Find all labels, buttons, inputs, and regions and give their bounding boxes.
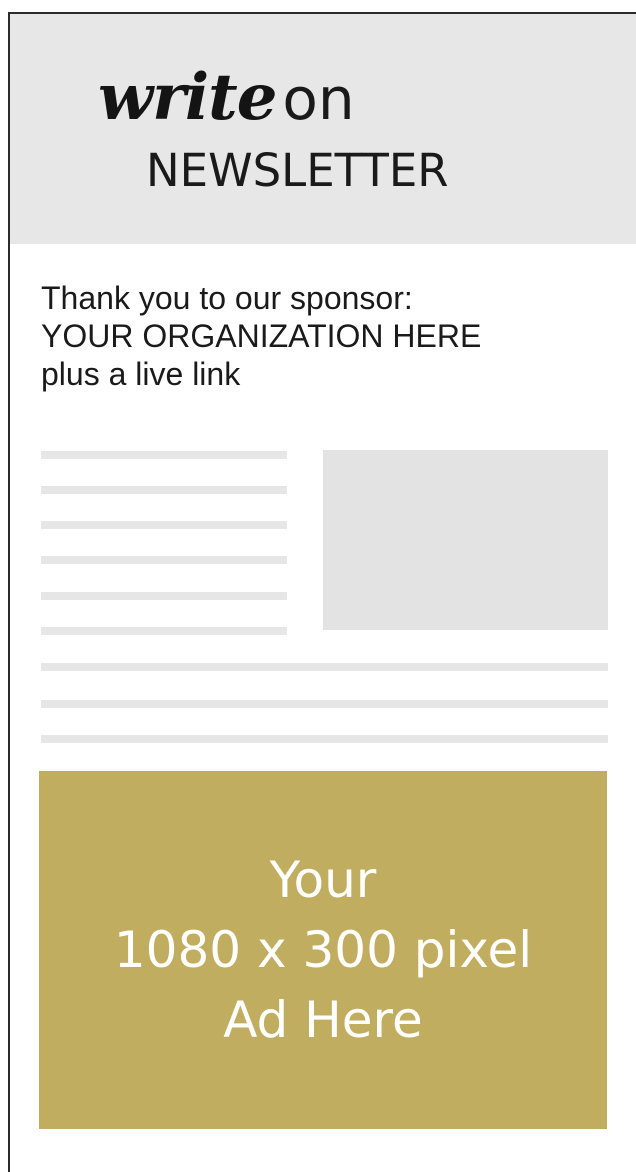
ad-line-your: Your [269,851,377,909]
logo: write on [98,66,355,130]
placeholder-text-line [41,451,287,459]
sponsor-link[interactable]: plus a live link [41,355,481,393]
sponsor-organization: YOUR ORGANIZATION HERE [41,318,482,354]
placeholder-text-line [41,521,287,529]
placeholder-text-line [41,663,608,671]
placeholder-text-line [41,735,608,743]
logo-on: on [282,65,355,133]
placeholder-text-line [41,700,608,708]
sponsor-block: Thank you to our sponsor: YOUR ORGANIZAT… [41,279,481,393]
sponsor-thanks: Thank you to our sponsor: [41,280,413,316]
placeholder-text-line [41,627,287,635]
placeholder-text-line [41,556,287,564]
ad-banner[interactable]: Your 1080 x 300 pixel Ad Here [39,771,607,1129]
ad-line-dimensions: 1080 x 300 pixel [113,921,533,979]
placeholder-image [323,450,608,630]
newsletter-masthead: write on NEWSLETTER [10,14,636,244]
newsletter-frame: write on NEWSLETTER Thank you to our spon… [8,12,636,1172]
placeholder-text-line [41,486,287,494]
ad-line-ad-here: Ad Here [223,991,423,1049]
logo-write: write [98,60,277,135]
placeholder-text-line [41,592,287,600]
logo-subtitle: NEWSLETTER [146,144,449,197]
